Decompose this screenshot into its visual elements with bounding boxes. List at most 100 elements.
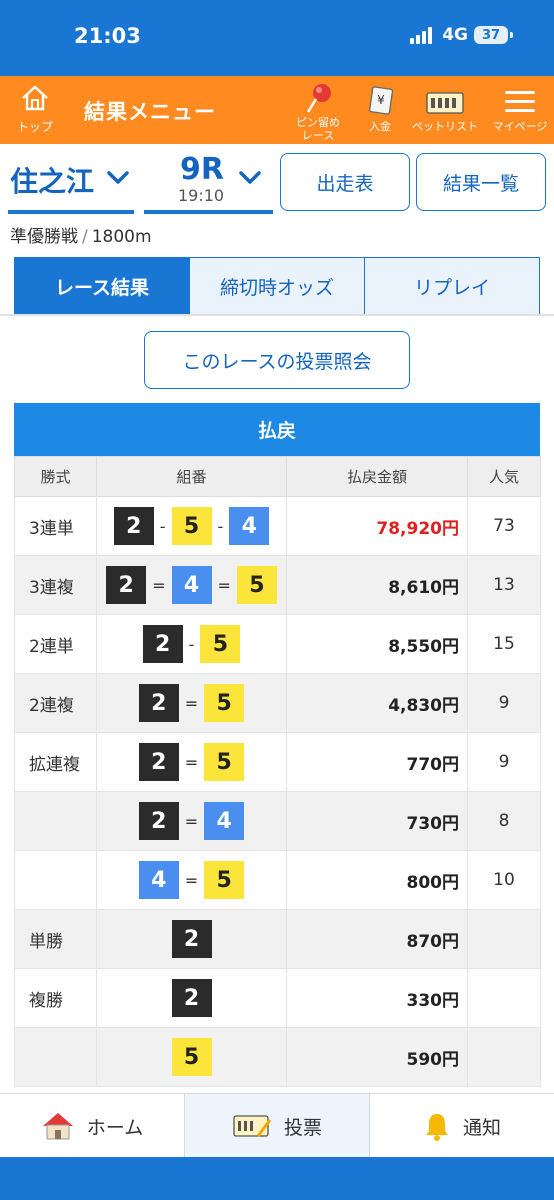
boat-number: 2: [138, 684, 179, 722]
deposit-button[interactable]: ¥ 入金: [360, 82, 400, 133]
combination: 4 = 5: [96, 850, 287, 910]
venue-selector[interactable]: 住之江: [8, 154, 134, 214]
menu-bar: トップ 結果メニュー ピン留め レース ¥ 入金 ベットリスト マイページ: [0, 76, 554, 144]
deposit-label: 入金: [369, 120, 391, 133]
boat-number: 2: [113, 507, 154, 545]
combination: 2: [96, 968, 287, 1028]
bet-type: 2連単: [14, 614, 97, 674]
combo-separator: =: [152, 575, 166, 595]
tab-race-result[interactable]: レース結果: [15, 258, 189, 314]
header-amount: 払戻金額: [286, 456, 468, 497]
result-tabs: レース結果 締切時オッズ リプレイ: [14, 257, 540, 315]
boat-number: 2: [106, 566, 147, 604]
betlist-button[interactable]: ベットリスト: [412, 82, 478, 133]
bottom-home-button[interactable]: ホーム: [0, 1094, 184, 1158]
popularity: 10: [467, 850, 541, 910]
bet-type: 3連複: [14, 555, 97, 615]
bottom-vote-label: 投票: [283, 1116, 322, 1139]
tab-closing-odds[interactable]: 締切時オッズ: [189, 258, 364, 314]
pinned-race-button[interactable]: ピン留め レース: [290, 82, 346, 142]
top-label: トップ: [16, 120, 53, 134]
combo-separator: =: [217, 575, 231, 595]
venue-name: 住之江: [10, 165, 95, 198]
race-name: 準優勝戦: [10, 227, 78, 247]
bottom-home-label: ホーム: [86, 1116, 144, 1139]
table-row: 単勝 2 870円: [14, 909, 541, 969]
boat-number: 2: [142, 625, 183, 663]
vote-inquiry-button[interactable]: このレースの投票照会: [144, 331, 410, 389]
payout-amount: 800円: [286, 850, 468, 910]
results-list-button[interactable]: 結果一覧: [416, 153, 546, 211]
payout-amount: 4,830円: [286, 673, 468, 733]
boat-number: 4: [138, 861, 179, 899]
signal-icon: [410, 26, 433, 44]
boat-number: 4: [171, 566, 212, 604]
mypage-label: マイページ: [492, 120, 548, 133]
tab-replay[interactable]: リプレイ: [364, 258, 539, 314]
boat-number: 5: [204, 684, 245, 722]
combination: 5: [96, 1027, 287, 1087]
bell-icon: [425, 1114, 448, 1141]
table-row: 4 = 5 800円 10: [14, 850, 541, 910]
bottom-vote-button[interactable]: 投票: [184, 1094, 369, 1158]
yen-icon: ¥: [369, 86, 394, 115]
header-popularity: 人気: [467, 456, 541, 497]
payout-amount: 590円: [286, 1027, 468, 1087]
home-indicator-bar: [0, 1157, 554, 1200]
table-row: 2 = 4 730円 8: [14, 791, 541, 851]
boat-number: 5: [171, 507, 212, 545]
bottom-notify-label: 通知: [462, 1116, 501, 1139]
combination: 2-5-4: [96, 496, 287, 556]
payout-amount: 78,920円: [286, 496, 468, 556]
combo-separator: =: [184, 870, 199, 890]
table-row: 3連単 2-5-4 78,920円 73: [14, 496, 541, 556]
popularity: 73: [467, 496, 541, 556]
popularity: 8: [467, 791, 541, 851]
boat-number: 2: [171, 920, 212, 958]
mypage-button[interactable]: マイページ: [488, 82, 552, 133]
boat-number: 2: [138, 802, 179, 840]
bet-type: 単勝: [14, 909, 97, 969]
combination: 2 = 4 = 5: [96, 555, 287, 615]
payout-section: 払戻 勝式 組番 払戻金額 人気 3連単 2-5-4 78,920円 73 3連複 2 = 4…: [14, 403, 541, 1087]
payout-rows: 3連単 2-5-4 78,920円 73 3連複 2 = 4 = 5 8,610円 13 2連単 2-5 8…: [14, 496, 541, 1087]
boat-number: 2: [138, 743, 179, 781]
menu-icon: [505, 91, 535, 112]
popularity: [467, 968, 541, 1028]
popularity: 9: [467, 732, 541, 792]
table-row: 5 590円: [14, 1027, 541, 1087]
pin-icon: [306, 84, 331, 113]
bottom-notify-button[interactable]: 通知: [369, 1094, 554, 1158]
combination: 2 = 5: [96, 673, 287, 733]
status-indicators: 4G 37: [410, 25, 513, 45]
popularity: 13: [467, 555, 541, 615]
top-button[interactable]: トップ: [12, 84, 58, 135]
combination: 2-5: [96, 614, 287, 674]
entries-button[interactable]: 出走表: [280, 153, 410, 211]
table-row: 2連複 2 = 5 4,830円 9: [14, 673, 541, 733]
race-selector[interactable]: 9R 19:10: [144, 152, 273, 214]
race-info: 準優勝戦/1800m: [10, 227, 152, 247]
vote-ticket-icon: [233, 1115, 272, 1137]
combination: 2 = 5: [96, 732, 287, 792]
chevron-down-icon: [239, 171, 261, 184]
payout-amount: 8,610円: [286, 555, 468, 615]
table-row: 3連複 2 = 4 = 5 8,610円 13: [14, 555, 541, 615]
boat-number: 5: [236, 566, 277, 604]
bet-type: 2連複: [14, 673, 97, 733]
bet-type: 拡連複: [14, 732, 97, 792]
boat-number: 5: [200, 625, 241, 663]
bet-type: 複勝: [14, 968, 97, 1028]
house-icon: [42, 1113, 73, 1140]
combo-separator: -: [217, 516, 224, 536]
bottom-nav: ホーム 投票 通知: [0, 1093, 554, 1158]
table-row: 複勝 2 330円: [14, 968, 541, 1028]
combo-separator: =: [184, 811, 199, 831]
payout-table: 勝式 組番 払戻金額 人気 3連単 2-5-4 78,920円 73 3連複 2 = 4 = 5 8…: [14, 456, 541, 1087]
header-kind: 勝式: [14, 456, 97, 497]
header-combo: 組番: [96, 456, 287, 497]
home-icon: [22, 85, 48, 111]
payout-amount: 730円: [286, 791, 468, 851]
payout-title: 払戻: [14, 403, 540, 456]
betlist-label: ベットリスト: [412, 120, 478, 133]
